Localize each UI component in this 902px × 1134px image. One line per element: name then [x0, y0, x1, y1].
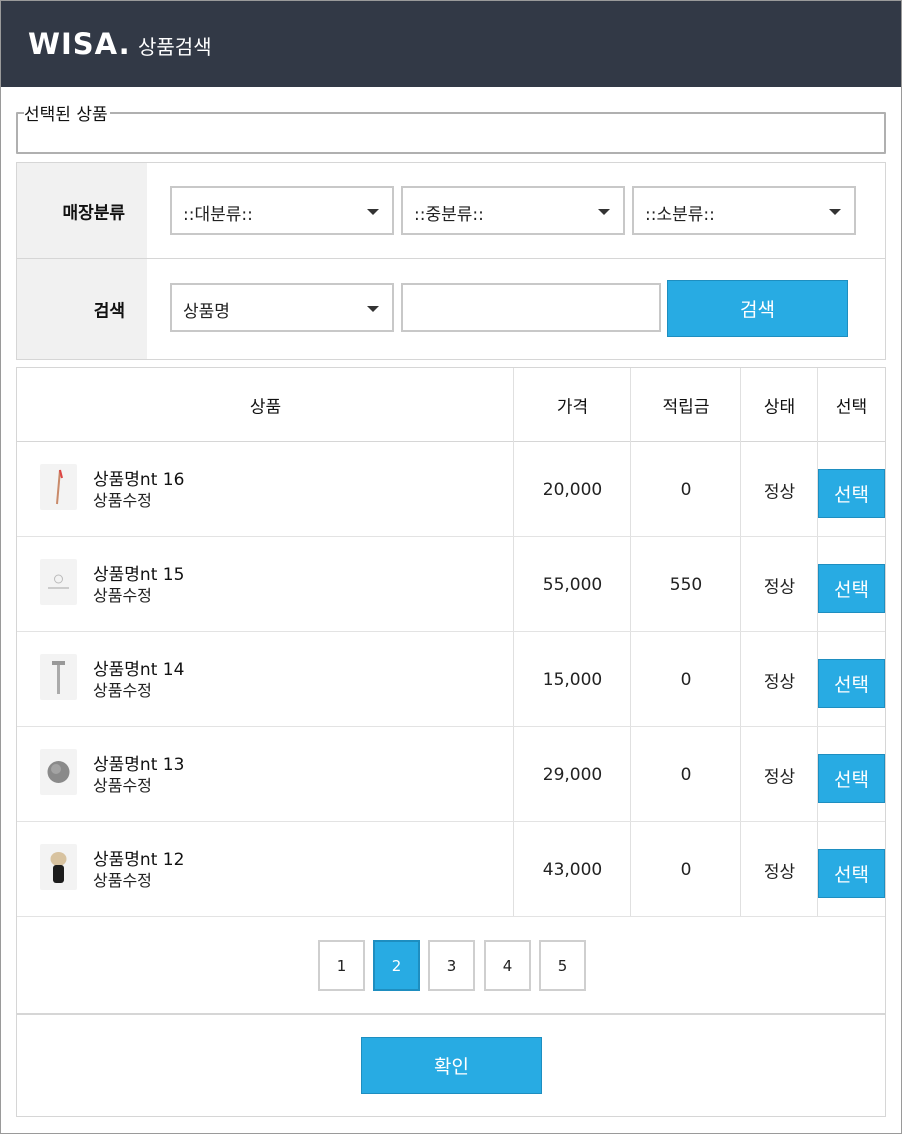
search-field-select[interactable]: 상품명: [170, 283, 394, 332]
search-label-text: 검색: [93, 301, 125, 322]
page-title: 상품검색: [138, 35, 212, 59]
product-edit-link[interactable]: 상품수정: [93, 677, 152, 701]
select-product-button[interactable]: 선택: [818, 754, 885, 803]
search-input[interactable]: [401, 283, 661, 332]
logo-thumbnail-icon[interactable]: [40, 559, 77, 605]
points-cell: 0: [680, 764, 692, 785]
page-button-1[interactable]: 1: [318, 940, 365, 991]
page-button-4[interactable]: 4: [484, 940, 531, 991]
chevron-down-icon: [829, 209, 841, 215]
column-header-product: 상품: [249, 397, 282, 418]
search-filter-panel: 매장분류 ::대분류:: ::중분류:: ::소분류:: 검색 상품명 검색: [16, 162, 886, 360]
points-cell: 0: [680, 479, 692, 500]
table-row: 상품명nt 13 상품수정 29,000 0 정상 선택: [17, 727, 885, 822]
points-cell: 0: [680, 669, 692, 690]
table-row: 상품명nt 16 상품수정 20,000 0 정상 선택: [17, 442, 885, 537]
category-label-text: 매장분류: [62, 203, 125, 223]
status-cell: 정상: [763, 672, 796, 692]
chevron-down-icon: [367, 209, 379, 215]
page-button-5[interactable]: 5: [539, 940, 586, 991]
chevron-down-icon: [598, 209, 610, 215]
category-medium-value: ::중분류::: [414, 205, 484, 225]
select-product-button[interactable]: 선택: [818, 849, 885, 898]
select-product-button[interactable]: 선택: [818, 659, 885, 708]
popup-header: WISA. 상품검색: [1, 1, 901, 87]
category-small-value: ::소분류::: [645, 205, 715, 225]
price-cell: 55,000: [542, 574, 603, 595]
product-edit-link[interactable]: 상품수정: [93, 772, 152, 796]
page-button-2[interactable]: 2: [373, 940, 420, 991]
product-edit-link[interactable]: 상품수정: [93, 582, 152, 606]
table-header: 상품 가격 적립금 상태 선택: [17, 368, 885, 442]
soap-thumbnail-icon[interactable]: [40, 749, 77, 795]
table-row: 상품명nt 12 상품수정 43,000 0 정상 선택: [17, 822, 885, 917]
shaving-brush-thumbnail-icon[interactable]: [40, 844, 77, 890]
page-button-3[interactable]: 3: [428, 940, 475, 991]
product-edit-link[interactable]: 상품수정: [93, 487, 152, 511]
category-medium-select[interactable]: ::중분류::: [401, 186, 625, 235]
search-button[interactable]: 검색: [667, 280, 848, 337]
column-header-status: 상태: [763, 397, 796, 418]
status-cell: 정상: [763, 767, 796, 787]
column-header-price: 가격: [556, 397, 589, 418]
razor-thumbnail-icon[interactable]: [40, 654, 77, 700]
product-edit-link[interactable]: 상품수정: [93, 867, 152, 891]
wisa-logo: WISA.: [28, 27, 131, 61]
price-cell: 43,000: [542, 859, 603, 880]
category-large-value: ::대분류::: [183, 205, 253, 225]
chevron-down-icon: [367, 306, 379, 312]
points-cell: 550: [669, 574, 703, 595]
search-label: 검색: [17, 259, 147, 359]
column-header-points: 적립금: [662, 397, 710, 418]
selected-products-legend: 선택된 상품: [24, 100, 110, 125]
category-label: 매장분류: [17, 163, 147, 258]
price-cell: 15,000: [542, 669, 603, 690]
keyword-filter-row: 검색 상품명 검색: [17, 259, 885, 359]
brush-thumbnail-icon[interactable]: [40, 464, 77, 510]
points-cell: 0: [680, 859, 692, 880]
category-small-select[interactable]: ::소분류::: [632, 186, 856, 235]
select-product-button[interactable]: 선택: [818, 564, 885, 613]
select-product-button[interactable]: 선택: [818, 469, 885, 518]
table-row: 상품명nt 14 상품수정 15,000 0 정상 선택: [17, 632, 885, 727]
pagination: 1 2 3 4 5: [17, 917, 885, 1015]
category-large-select[interactable]: ::대분류::: [170, 186, 394, 235]
category-filter-row: 매장분류 ::대분류:: ::중분류:: ::소분류::: [17, 163, 885, 259]
selected-products-box: [16, 112, 886, 154]
search-field-value: 상품명: [183, 302, 230, 322]
confirm-button[interactable]: 확인: [361, 1037, 542, 1094]
product-results-table: 상품 가격 적립금 상태 선택 상품명nt 16 상품수정 20,000 0 정…: [16, 367, 886, 1117]
status-cell: 정상: [763, 577, 796, 597]
column-header-select: 선택: [835, 397, 868, 418]
status-cell: 정상: [763, 482, 796, 502]
table-row: 상품명nt 15 상품수정 55,000 550 정상 선택: [17, 537, 885, 632]
price-cell: 29,000: [542, 764, 603, 785]
price-cell: 20,000: [542, 479, 603, 500]
status-cell: 정상: [763, 862, 796, 882]
